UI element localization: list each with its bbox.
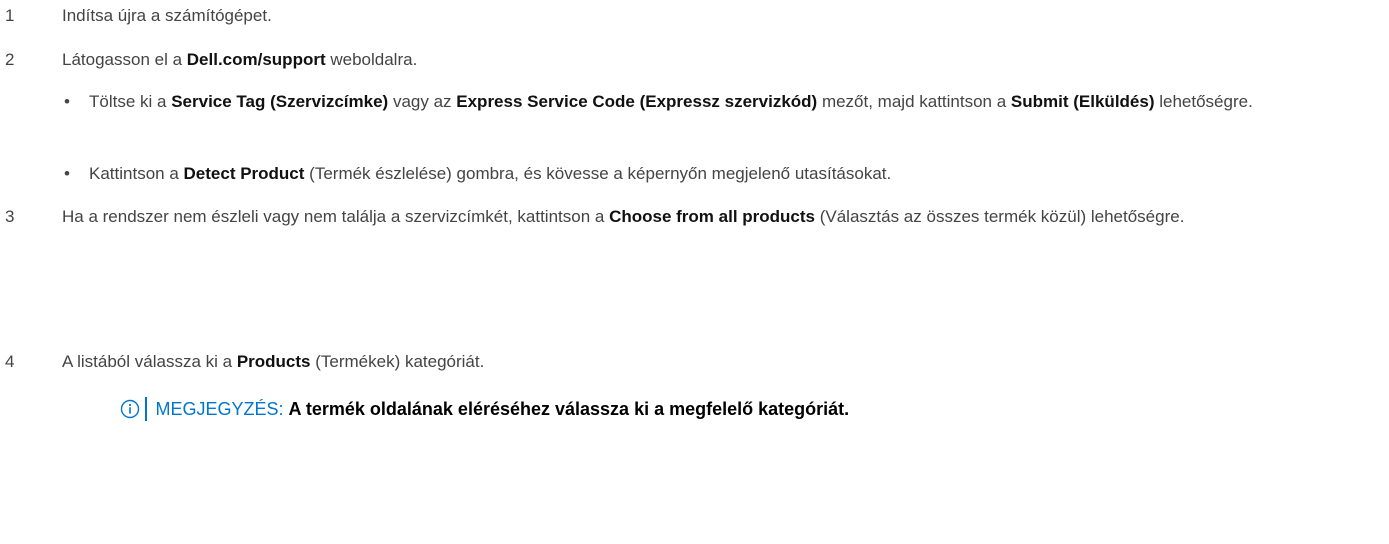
note-text: A termék oldalának eléréséhez válassza k… [288, 399, 850, 419]
note-divider [145, 397, 147, 421]
step-text: Ha a rendszer nem észleli vagy nem talál… [62, 207, 1185, 226]
step-number: 4 [5, 352, 15, 371]
step-text: A listából válassza ki a Products (Termé… [62, 352, 485, 371]
dell-support-link[interactable]: Dell.com/support [187, 50, 326, 69]
note-label: MEGJEGYZÉS: [155, 399, 284, 419]
info-icon [120, 399, 140, 419]
step-number: 1 [5, 6, 15, 25]
bullet-marker: • [64, 92, 70, 111]
step-number: 3 [5, 207, 15, 226]
bullet-text: Kattintson a Detect Product (Termék észl… [89, 164, 892, 183]
bullet-text: Töltse ki a Service Tag (Szervizcímke) v… [89, 92, 1253, 111]
step-number: 2 [5, 50, 15, 69]
note-callout: MEGJEGYZÉS: A termék oldalának eléréséhe… [120, 394, 849, 424]
step-text: Indítsa újra a számítógépet. [62, 6, 272, 25]
step-text: Látogasson el a Dell.com/support webolda… [62, 50, 418, 69]
bullet-marker: • [64, 164, 70, 183]
